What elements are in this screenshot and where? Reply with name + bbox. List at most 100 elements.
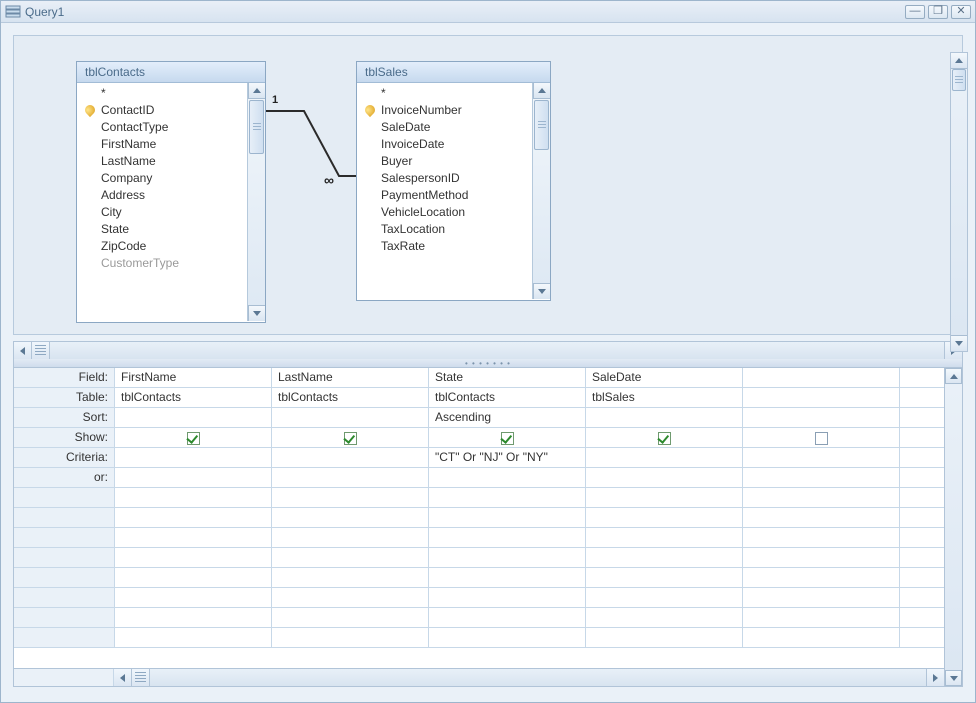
- grid-cell[interactable]: [742, 568, 899, 587]
- close-button[interactable]: ✕: [951, 5, 971, 19]
- grid-cell[interactable]: [428, 548, 585, 567]
- grid-cell[interactable]: [114, 528, 271, 547]
- grid-cell[interactable]: [742, 388, 899, 407]
- table-header-contacts[interactable]: tblContacts: [77, 62, 265, 83]
- grid-cell[interactable]: [899, 628, 944, 647]
- scroll-thumb[interactable]: [534, 100, 549, 150]
- field-item[interactable]: SalespersonID: [363, 170, 532, 187]
- grid-cell[interactable]: tblSales: [585, 388, 742, 407]
- grid-cell[interactable]: [428, 528, 585, 547]
- show-checkbox[interactable]: [344, 432, 357, 445]
- field-item[interactable]: PaymentMethod: [363, 187, 532, 204]
- show-checkbox[interactable]: [187, 432, 200, 445]
- grid-cell[interactable]: [899, 568, 944, 587]
- nav-box-icon[interactable]: [132, 669, 150, 686]
- show-checkbox[interactable]: [815, 432, 828, 445]
- grid-cell[interactable]: [585, 608, 742, 627]
- grid-cell[interactable]: [742, 428, 899, 447]
- scroll-track[interactable]: [945, 384, 962, 670]
- field-item[interactable]: *: [363, 85, 532, 102]
- grid-cell[interactable]: [271, 528, 428, 547]
- grid-cell[interactable]: [428, 468, 585, 487]
- grid-cell[interactable]: [428, 508, 585, 527]
- scrollbar-vertical[interactable]: [247, 83, 265, 321]
- scroll-left-button[interactable]: [14, 342, 32, 359]
- grid-cell[interactable]: [271, 588, 428, 607]
- grid-cell[interactable]: [114, 488, 271, 507]
- grid-cell[interactable]: [585, 588, 742, 607]
- grid-cell[interactable]: FirstName: [114, 368, 271, 387]
- grid-cell[interactable]: [271, 608, 428, 627]
- scroll-down-button[interactable]: [248, 305, 265, 321]
- grid-cell[interactable]: [271, 428, 428, 447]
- grid-cell[interactable]: [114, 448, 271, 467]
- grid-cell[interactable]: [428, 568, 585, 587]
- grid-cell[interactable]: [585, 548, 742, 567]
- table-box-sales[interactable]: tblSales * InvoiceNumber SaleDate Invoic…: [356, 61, 551, 301]
- grid-cell[interactable]: [585, 508, 742, 527]
- show-checkbox[interactable]: [501, 432, 514, 445]
- field-list-sales[interactable]: * InvoiceNumber SaleDate InvoiceDate Buy…: [357, 83, 532, 299]
- scroll-thumb[interactable]: [249, 100, 264, 154]
- grid-cell[interactable]: [114, 628, 271, 647]
- grid-cell[interactable]: [271, 508, 428, 527]
- field-item[interactable]: State: [83, 221, 247, 238]
- restore-button[interactable]: ❐: [928, 5, 948, 19]
- nav-box-icon[interactable]: [32, 342, 50, 359]
- grid-cell[interactable]: Ascending: [428, 408, 585, 427]
- field-item[interactable]: FirstName: [83, 136, 247, 153]
- grid-cell[interactable]: SaleDate: [585, 368, 742, 387]
- grid-cell[interactable]: [114, 508, 271, 527]
- grid-cell[interactable]: [899, 408, 944, 427]
- pane-splitter[interactable]: • • • • • • •: [13, 359, 963, 367]
- scroll-down-button[interactable]: [945, 670, 962, 686]
- grid-cell[interactable]: [428, 588, 585, 607]
- grid-cell[interactable]: [742, 508, 899, 527]
- field-item[interactable]: Buyer: [363, 153, 532, 170]
- field-item[interactable]: TaxRate: [363, 238, 532, 255]
- scrollbar-vertical[interactable]: [532, 83, 550, 299]
- grid-cell[interactable]: [899, 468, 944, 487]
- grid-cell[interactable]: [899, 608, 944, 627]
- scroll-track[interactable]: [248, 99, 265, 305]
- grid-cell[interactable]: [271, 448, 428, 467]
- grid-cell[interactable]: [271, 408, 428, 427]
- grid-cell[interactable]: [271, 628, 428, 647]
- scroll-left-button[interactable]: [114, 669, 132, 686]
- grid-cell[interactable]: [114, 548, 271, 567]
- scroll-track[interactable]: [951, 69, 967, 335]
- field-item[interactable]: Company: [83, 170, 247, 187]
- table-header-sales[interactable]: tblSales: [357, 62, 550, 83]
- grid-cell[interactable]: [742, 408, 899, 427]
- diagram-pane[interactable]: 1 ∞ tblContacts * ContactID ContactType …: [13, 35, 963, 335]
- field-item[interactable]: City: [83, 204, 247, 221]
- grid-cell[interactable]: [271, 468, 428, 487]
- grid-cell[interactable]: [899, 508, 944, 527]
- grid-cell[interactable]: [114, 608, 271, 627]
- field-item[interactable]: InvoiceDate: [363, 136, 532, 153]
- grid-cell[interactable]: tblContacts: [114, 388, 271, 407]
- grid-cell[interactable]: [114, 428, 271, 447]
- grid-cell[interactable]: LastName: [271, 368, 428, 387]
- grid-cell[interactable]: [899, 388, 944, 407]
- grid-cell[interactable]: [585, 448, 742, 467]
- scroll-down-button[interactable]: [533, 283, 550, 299]
- diagram-scrollbar-vertical[interactable]: [950, 52, 968, 352]
- grid-cell[interactable]: [585, 528, 742, 547]
- grid-cell[interactable]: [742, 588, 899, 607]
- grid-cell[interactable]: [742, 368, 899, 387]
- field-item[interactable]: VehicleLocation: [363, 204, 532, 221]
- scroll-track[interactable]: [533, 99, 550, 283]
- grid-cell[interactable]: [428, 488, 585, 507]
- grid-cell[interactable]: [114, 408, 271, 427]
- diagram-scrollbar-horizontal[interactable]: [13, 341, 963, 359]
- field-item[interactable]: LastName: [83, 153, 247, 170]
- grid-cell[interactable]: [585, 568, 742, 587]
- scroll-track[interactable]: [50, 342, 944, 359]
- field-item[interactable]: CustomerType: [83, 255, 247, 272]
- grid-cell[interactable]: [428, 428, 585, 447]
- grid-cell[interactable]: [428, 628, 585, 647]
- scroll-right-button[interactable]: [926, 669, 944, 686]
- grid-cell[interactable]: [742, 448, 899, 467]
- table-box-contacts[interactable]: tblContacts * ContactID ContactType Firs…: [76, 61, 266, 323]
